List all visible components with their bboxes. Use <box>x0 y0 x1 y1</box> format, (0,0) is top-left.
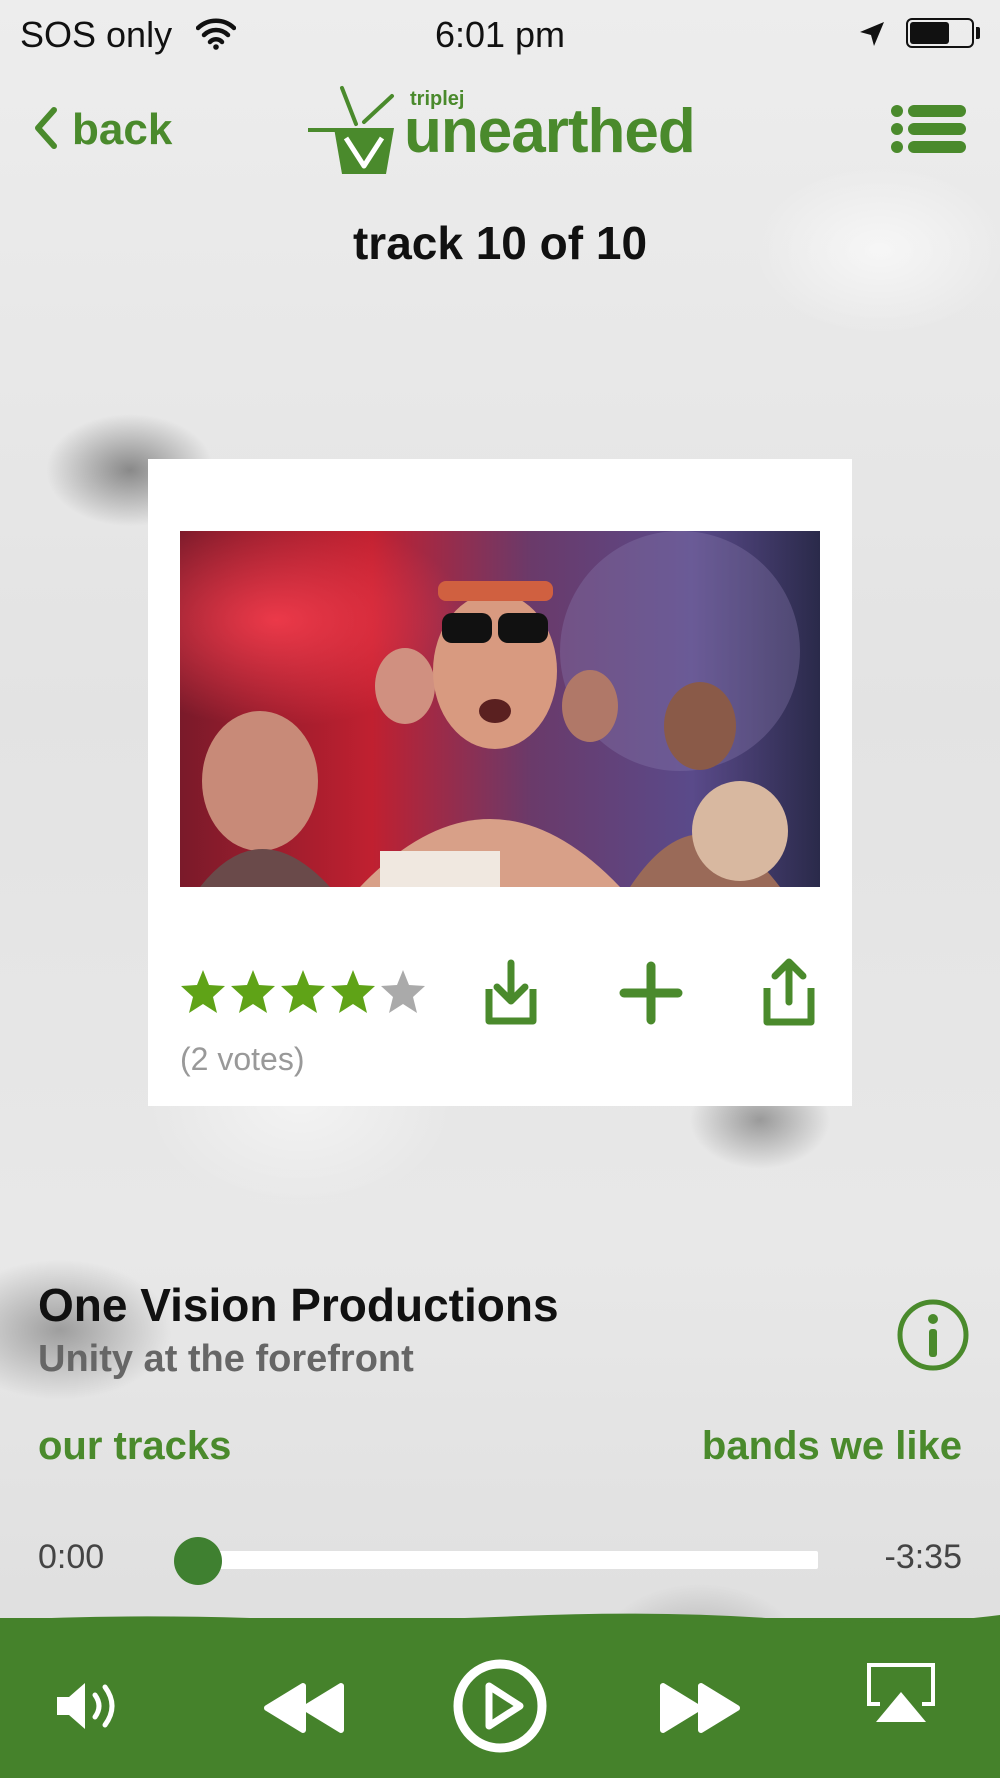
back-label: back <box>72 105 173 154</box>
track-card: (2 votes) <box>148 459 852 1106</box>
chevron-left-icon <box>34 106 58 155</box>
remaining-time: -3:35 <box>884 1538 963 1576</box>
logo-big-text: unearthed <box>404 97 696 166</box>
list-icon <box>891 105 966 153</box>
location-arrow-icon <box>858 20 886 53</box>
share-button[interactable] <box>754 955 824 1031</box>
add-button[interactable] <box>616 955 686 1031</box>
battery-tip <box>976 27 980 39</box>
bands-we-like-link[interactable]: bands we like <box>702 1424 962 1469</box>
download-icon <box>485 959 537 1025</box>
fast-forward-button[interactable] <box>652 1668 748 1748</box>
player-bar-edge <box>0 1613 1000 1624</box>
artist-name: One Vision Productions <box>38 1279 559 1331</box>
info-button[interactable] <box>896 1298 970 1377</box>
unearthed-logo: triplej unearthed <box>308 82 698 182</box>
battery-level <box>910 22 949 44</box>
plus-icon <box>619 961 683 1025</box>
volume-button[interactable] <box>46 1664 130 1748</box>
fast-forward-icon <box>660 1683 740 1733</box>
elapsed-time: 0:00 <box>38 1538 105 1576</box>
info-icon <box>897 1299 969 1371</box>
track-position-title: track 10 of 10 <box>352 217 648 269</box>
star-filled-icon[interactable] <box>228 967 278 1017</box>
battery-icon <box>906 18 974 48</box>
progress-track[interactable] <box>198 1551 818 1569</box>
vote-count: (2 votes) <box>180 1041 305 1077</box>
back-button[interactable]: back <box>34 105 172 155</box>
progress-thumb[interactable] <box>174 1537 222 1585</box>
star-filled-icon[interactable] <box>328 967 378 1017</box>
our-tracks-link[interactable]: our tracks <box>38 1424 231 1469</box>
drum-logo-icon <box>308 86 394 174</box>
artist-tagline: Unity at the forefront <box>38 1338 414 1380</box>
rewind-button[interactable] <box>256 1668 352 1748</box>
star-filled-icon[interactable] <box>178 967 228 1017</box>
album-artwork[interactable] <box>180 531 820 887</box>
star-filled-icon[interactable] <box>278 967 328 1017</box>
volume-icon <box>57 1683 115 1729</box>
share-icon <box>763 958 815 1026</box>
rewind-icon <box>264 1683 344 1733</box>
airplay-button[interactable] <box>860 1654 942 1734</box>
play-button[interactable] <box>448 1654 552 1758</box>
play-icon <box>453 1659 547 1753</box>
star-rating[interactable] <box>178 967 428 1017</box>
airplay-icon <box>867 1663 935 1722</box>
star-empty-icon[interactable] <box>378 967 428 1017</box>
menu-button[interactable] <box>890 104 968 159</box>
download-button[interactable] <box>476 955 546 1031</box>
clock: 6:01 pm <box>434 14 566 55</box>
player-bar <box>0 1613 1000 1778</box>
status-bar: SOS only 6:01 pm <box>0 0 1000 70</box>
